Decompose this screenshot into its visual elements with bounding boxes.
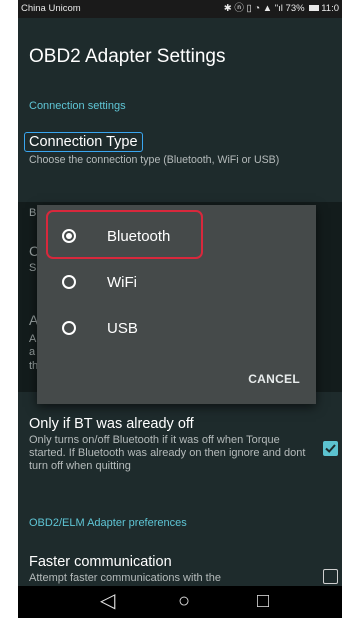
navigation-bar: ◁ ○ □ xyxy=(18,586,342,618)
peek-line2-letter: a xyxy=(29,346,36,358)
connection-type-title[interactable]: Connection Type xyxy=(24,132,143,152)
faster-comm-title[interactable]: Faster communication xyxy=(29,554,172,570)
bt-off-checkbox[interactable] xyxy=(323,441,338,456)
screenshot-frame: China Unicom ✱ ⓝ ▯ ◔ ▲ "ıl 73% 11:0 OBD2… xyxy=(0,0,348,618)
phone-screen: China Unicom ✱ ⓝ ▯ ◔ ▲ "ıl 73% 11:0 OBD2… xyxy=(18,0,342,618)
connection-type-dialog: Bluetooth WiFi USB CANCEL xyxy=(37,205,316,404)
option-wifi[interactable]: WiFi xyxy=(37,263,316,303)
status-icons: ✱ ⓝ ▯ ◔ ▲ "ıl 73% 11:0 xyxy=(224,0,339,18)
recents-icon[interactable]: □ xyxy=(257,590,269,612)
radio-unchecked-icon[interactable] xyxy=(62,275,76,289)
option-wifi-label: WiFi xyxy=(107,274,137,291)
option-bluetooth[interactable]: Bluetooth xyxy=(37,217,316,257)
back-icon[interactable]: ◁ xyxy=(100,590,115,612)
faster-comm-summary: Attempt faster communications with the xyxy=(29,572,221,584)
connection-type-summary: Choose the connection type (Bluetooth, W… xyxy=(29,154,280,166)
cancel-button[interactable]: CANCEL xyxy=(248,372,300,386)
checkmark-icon xyxy=(325,444,336,453)
peek-summary-letter: S xyxy=(29,262,37,274)
status-bar: China Unicom ✱ ⓝ ▯ ◔ ▲ "ıl 73% 11:0 xyxy=(18,0,342,18)
option-usb[interactable]: USB xyxy=(37,309,316,349)
bt-off-title[interactable]: Only if BT was already off xyxy=(29,416,194,432)
radio-unchecked-icon[interactable] xyxy=(62,321,76,335)
option-usb-label: USB xyxy=(107,320,138,337)
clock: 11:0 xyxy=(321,3,339,14)
section-connection-settings: Connection settings xyxy=(29,100,126,112)
peek-line1-letter: A xyxy=(29,333,37,345)
battery-icon xyxy=(309,5,320,12)
radio-dot xyxy=(66,233,72,239)
peek-section-letter: B xyxy=(29,207,37,219)
section-adapter-preferences: OBD2/ELM Adapter preferences xyxy=(29,517,187,529)
radio-checked-icon[interactable] xyxy=(62,229,76,243)
status-indicators: ✱ ⓝ ▯ ◔ ▲ "ıl 73% xyxy=(223,3,305,14)
faster-comm-checkbox[interactable] xyxy=(323,569,338,584)
carrier-label: China Unicom xyxy=(21,3,81,14)
option-bluetooth-label: Bluetooth xyxy=(107,228,171,245)
home-icon[interactable]: ○ xyxy=(178,590,190,612)
page-title: OBD2 Adapter Settings xyxy=(29,46,226,67)
bt-off-summary: Only turns on/off Bluetooth if it was of… xyxy=(29,434,306,472)
